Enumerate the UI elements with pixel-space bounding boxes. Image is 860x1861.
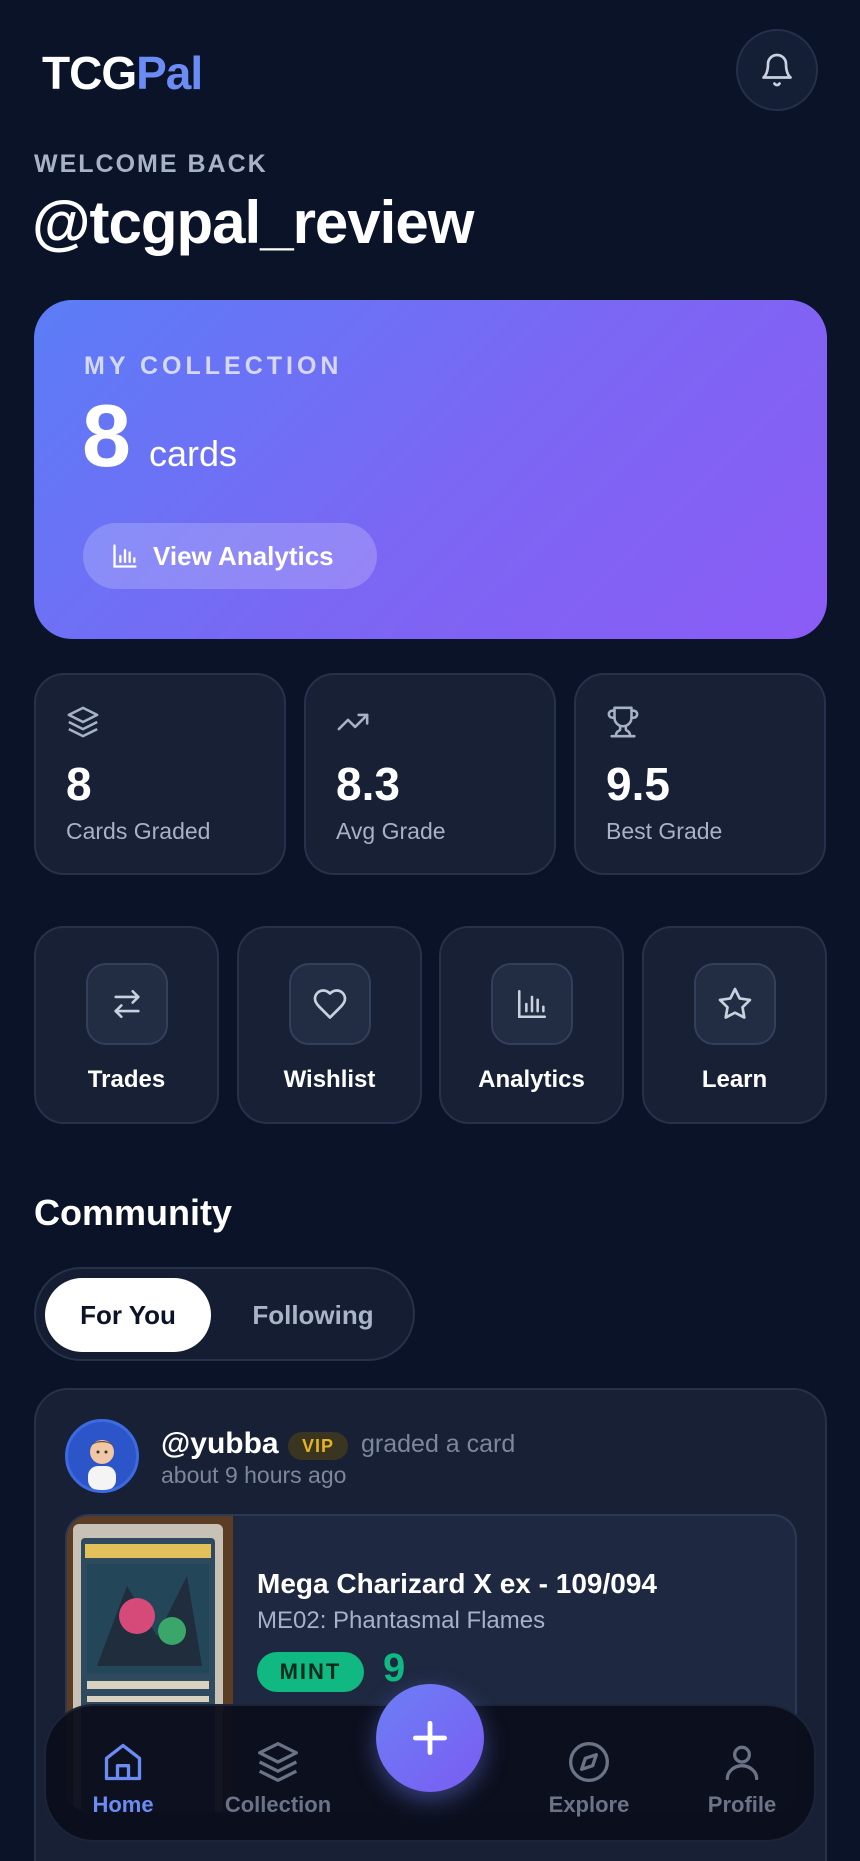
learn-label: Learn <box>701 1066 768 1093</box>
trades-button[interactable]: Trades <box>34 926 219 1124</box>
nav-explore[interactable]: Explore <box>524 1706 654 1844</box>
nav-collection-label: Collection <box>224 1792 332 1817</box>
view-analytics-button[interactable]: View Analytics <box>83 523 377 589</box>
welcome-label: WELCOME BACK <box>34 150 268 178</box>
nav-home-label: Home <box>92 1792 154 1817</box>
nav-collection[interactable]: Collection <box>213 1706 343 1844</box>
collection-unit: cards <box>149 433 238 474</box>
logo-text-primary: TCG <box>42 47 137 99</box>
grade-value: 9 <box>383 1646 406 1690</box>
home-screen: TCGPal WELCOME BACK @tcgpal_review MY CO… <box>0 0 860 1861</box>
heart-icon <box>313 989 346 1019</box>
vip-badge: VIP <box>288 1432 349 1460</box>
post-action-text: graded a card <box>361 1430 516 1458</box>
plus-icon <box>412 1720 448 1756</box>
layers-icon <box>258 1742 298 1782</box>
username-heading: @tcgpal_review <box>32 189 474 256</box>
nav-profile-label: Profile <box>707 1792 777 1817</box>
post-timestamp: about 9 hours ago <box>161 1462 347 1488</box>
user-icon <box>725 1745 759 1781</box>
collection-count: 8 <box>82 386 131 485</box>
star-icon <box>718 987 751 1019</box>
wishlist-button[interactable]: Wishlist <box>237 926 422 1124</box>
stat-value: 8.3 <box>336 758 400 810</box>
stat-best-grade: 9.5 Best Grade <box>574 673 826 875</box>
stat-label: Best Grade <box>606 818 723 844</box>
wishlist-icon-box <box>288 963 371 1045</box>
card-set: ME02: Phantasmal Flames <box>257 1607 546 1634</box>
bell-icon <box>762 53 792 87</box>
condition-badge: MINT <box>257 1652 364 1692</box>
user-avatar-icon <box>88 1440 116 1490</box>
post-username[interactable]: @yubba <box>161 1427 279 1461</box>
nav-home[interactable]: Home <box>58 1706 188 1844</box>
swap-arrows-icon <box>113 989 140 1019</box>
card-name: Mega Charizard X ex - 109/094 <box>257 1568 657 1599</box>
analytics-button[interactable]: Analytics <box>439 926 624 1124</box>
community-tabs: For You Following <box>34 1267 415 1361</box>
wishlist-label: Wishlist <box>283 1066 376 1093</box>
bar-chart-icon <box>517 989 546 1019</box>
nav-profile[interactable]: Profile <box>677 1706 807 1844</box>
stat-label: Cards Graded <box>66 818 211 844</box>
tab-for-you[interactable]: For You <box>45 1278 211 1352</box>
collection-label: MY COLLECTION <box>84 352 343 380</box>
trades-icon-box <box>85 963 168 1045</box>
trophy-icon <box>607 706 639 738</box>
stat-avg-grade: 8.3 Avg Grade <box>304 673 556 875</box>
trending-up-icon <box>337 713 369 731</box>
collection-summary-card: MY COLLECTION 8 cards View Analytics <box>34 300 827 639</box>
community-heading: Community <box>34 1192 232 1233</box>
home-icon <box>104 1743 142 1781</box>
app-logo: TCGPal <box>42 46 203 100</box>
analytics-icon-box <box>490 963 573 1045</box>
analytics-label: Analytics <box>478 1066 585 1093</box>
add-card-button[interactable] <box>376 1684 484 1792</box>
nav-explore-label: Explore <box>548 1792 630 1817</box>
layers-icon <box>67 706 99 738</box>
stat-value: 8 <box>66 758 92 810</box>
stat-value: 9.5 <box>606 758 670 810</box>
logo-text-accent: Pal <box>136 47 203 99</box>
compass-icon <box>569 1742 609 1782</box>
tab-following[interactable]: Following <box>223 1278 403 1352</box>
stat-cards-graded: 8 Cards Graded <box>34 673 286 875</box>
stat-label: Avg Grade <box>336 818 446 844</box>
learn-icon-box <box>693 963 776 1045</box>
notifications-button[interactable] <box>736 29 818 111</box>
avatar[interactable] <box>65 1419 139 1493</box>
learn-button[interactable]: Learn <box>642 926 827 1124</box>
view-analytics-label: View Analytics <box>153 540 334 571</box>
bar-chart-icon <box>113 544 137 568</box>
trades-label: Trades <box>87 1066 166 1093</box>
